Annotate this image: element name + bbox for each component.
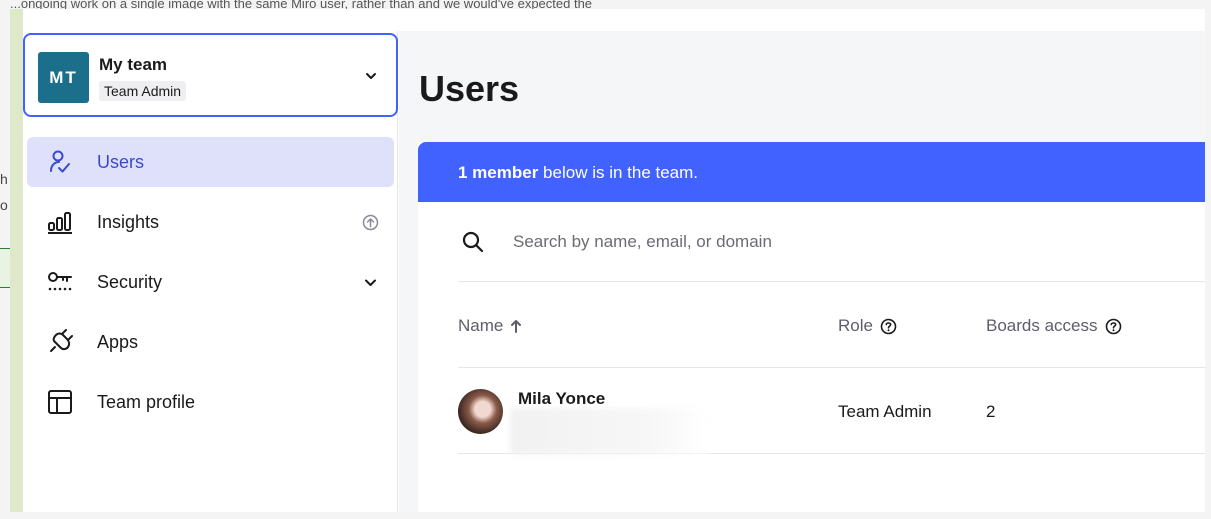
plug-icon xyxy=(50,329,73,352)
chevron-down-icon xyxy=(366,73,376,79)
column-header-label: Name xyxy=(458,316,504,335)
user-name: Mila Yonce xyxy=(518,389,606,408)
sidebar-item-insights[interactable]: Insights xyxy=(27,197,394,247)
search-bar xyxy=(458,202,1205,282)
sidebar-item-apps[interactable]: Apps xyxy=(27,317,394,367)
team-name: My team xyxy=(99,55,168,74)
key-icon xyxy=(48,272,72,291)
sidebar-item-team-profile[interactable]: Team profile xyxy=(27,377,394,427)
background-fragment: o xyxy=(0,197,8,213)
sidebar-item-label: Apps xyxy=(97,332,139,352)
help-icon[interactable] xyxy=(1105,318,1122,335)
banner-text: below is in the team. xyxy=(538,163,699,182)
table-row[interactable]: Mila Yonce Team Admin 2 xyxy=(458,368,1205,454)
upgrade-icon xyxy=(362,214,379,231)
column-header-label: Role xyxy=(838,316,873,335)
sidebar-item-label: Insights xyxy=(97,212,160,232)
page-title: Users xyxy=(419,68,520,109)
user-check-icon xyxy=(50,150,70,173)
user-boards-access: 2 xyxy=(986,402,996,421)
main-content: Users 1 member below is in the team. Nam… xyxy=(399,31,1205,512)
team-switcher[interactable]: MT My team Team Admin xyxy=(23,33,398,117)
team-role-badge: Team Admin xyxy=(99,81,187,101)
user-role: Team Admin xyxy=(838,402,932,421)
sidebar: MT My team Team Admin Users Insights Sec… xyxy=(23,31,398,512)
search-icon xyxy=(462,231,484,253)
background-text: ...ongoing work on a single image with t… xyxy=(10,0,593,9)
member-count-banner: 1 member below is in the team. xyxy=(418,142,1205,202)
table-header: Name Role Boards access xyxy=(458,282,1205,368)
chevron-down-icon xyxy=(365,279,376,286)
column-header-name[interactable]: Name xyxy=(458,316,522,336)
users-card: 1 member below is in the team. Name xyxy=(418,142,1205,512)
search-input[interactable] xyxy=(513,226,1113,258)
avatar xyxy=(458,389,503,434)
sort-ascending-icon xyxy=(511,320,522,333)
column-header-label: Boards access xyxy=(986,316,1098,335)
sidebar-item-label: Users xyxy=(97,152,145,172)
window-top-bar xyxy=(23,9,1205,31)
background-fragment: h xyxy=(0,171,8,187)
sidebar-item-security[interactable]: Security xyxy=(27,257,394,307)
sidebar-nav: Users Insights Security Apps Team profil… xyxy=(27,137,394,437)
settings-window: MT My team Team Admin Users Insights Sec… xyxy=(10,9,1205,512)
team-avatar: MT xyxy=(38,52,89,103)
sidebar-item-label: Team profile xyxy=(97,392,196,412)
column-header-boards-access[interactable]: Boards access xyxy=(986,316,1122,336)
layout-icon xyxy=(48,390,72,414)
bar-chart-icon xyxy=(48,212,72,234)
member-count: 1 member xyxy=(458,163,539,182)
sidebar-item-label: Security xyxy=(97,272,163,292)
sidebar-item-users[interactable]: Users xyxy=(27,137,394,187)
help-icon[interactable] xyxy=(880,318,897,335)
redacted-email xyxy=(510,408,710,454)
column-header-role[interactable]: Role xyxy=(838,316,897,336)
